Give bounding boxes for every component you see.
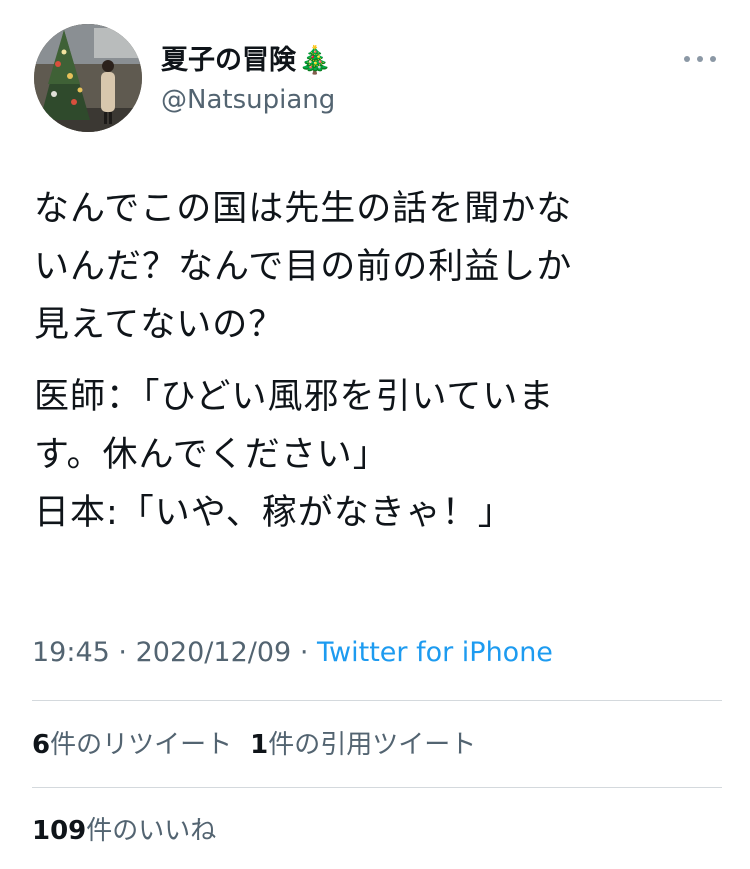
more-horizontal-icon-dot (697, 56, 703, 62)
divider (32, 787, 722, 788)
tweet-line: 日本:「いや、稼がなきゃ！」 (34, 493, 514, 533)
tweet-header: 夏子の冒険🎄 @Natsupiang (32, 24, 722, 134)
display-name[interactable]: 夏子の冒険🎄 (161, 44, 332, 78)
tweet-metadata: 19:45 · 2020/12/09 · Twitter for iPhone (32, 633, 553, 673)
quotes-label: 件の引用ツイート (268, 730, 477, 760)
meta-separator: · (118, 637, 127, 668)
avatar[interactable] (34, 24, 142, 132)
tweet-line: す。休んでください」 (34, 435, 389, 475)
tweet-line: 見えてないの？ (34, 305, 285, 345)
likes-stats-row: 109件のいいね (32, 811, 216, 851)
meta-separator: · (299, 637, 309, 668)
retweets-stat[interactable]: 6件のリツイート (32, 730, 232, 760)
christmas-tree-emoji: 🎄 (298, 45, 332, 76)
avatar-photo (34, 24, 142, 132)
likes-stat[interactable]: 109件のいいね (32, 816, 216, 846)
more-horizontal-icon-dot (710, 56, 716, 62)
more-horizontal-icon-dot (684, 56, 690, 62)
tweet-time[interactable]: 19:45 (32, 637, 110, 668)
tweet-line: いんだ？なんで目の前の利益しか (34, 247, 573, 287)
likes-count: 109 (32, 816, 87, 846)
tweet-line: なんでこの国は先生の話を聞かな (34, 189, 573, 229)
tweet-date[interactable]: 2020/12/09 (136, 637, 292, 668)
likes-label: 件のいいね (86, 816, 217, 846)
retweets-count: 6 (32, 730, 51, 760)
quotes-count: 1 (250, 730, 269, 760)
tweet-source-link[interactable]: Twitter for iPhone (317, 637, 553, 668)
retweet-stats-row: 6件のリツイート 1件の引用ツイート (32, 725, 476, 765)
user-handle[interactable]: @Natsupiang (161, 84, 335, 116)
quote-tweets-stat[interactable]: 1件の引用ツイート (250, 730, 476, 760)
tweet-paragraph: なんでこの国は先生の話を聞かな いんだ？なんで目の前の利益しか 見えてないの？ (34, 180, 724, 354)
retweets-label: 件のリツイート (50, 730, 233, 760)
divider (32, 700, 722, 701)
more-options-button[interactable] (678, 44, 722, 72)
tweet-text: なんでこの国は先生の話を聞かな いんだ？なんで目の前の利益しか 見えてないの？ … (34, 180, 724, 542)
tweet-paragraph: 医師：「ひどい風邪を引いていま す。休んでください」 日本:「いや、稼がなきゃ！… (34, 368, 724, 542)
tweet-line: 医師：「ひどい風邪を引いていま (34, 377, 555, 417)
display-name-text: 夏子の冒険 (161, 45, 296, 76)
